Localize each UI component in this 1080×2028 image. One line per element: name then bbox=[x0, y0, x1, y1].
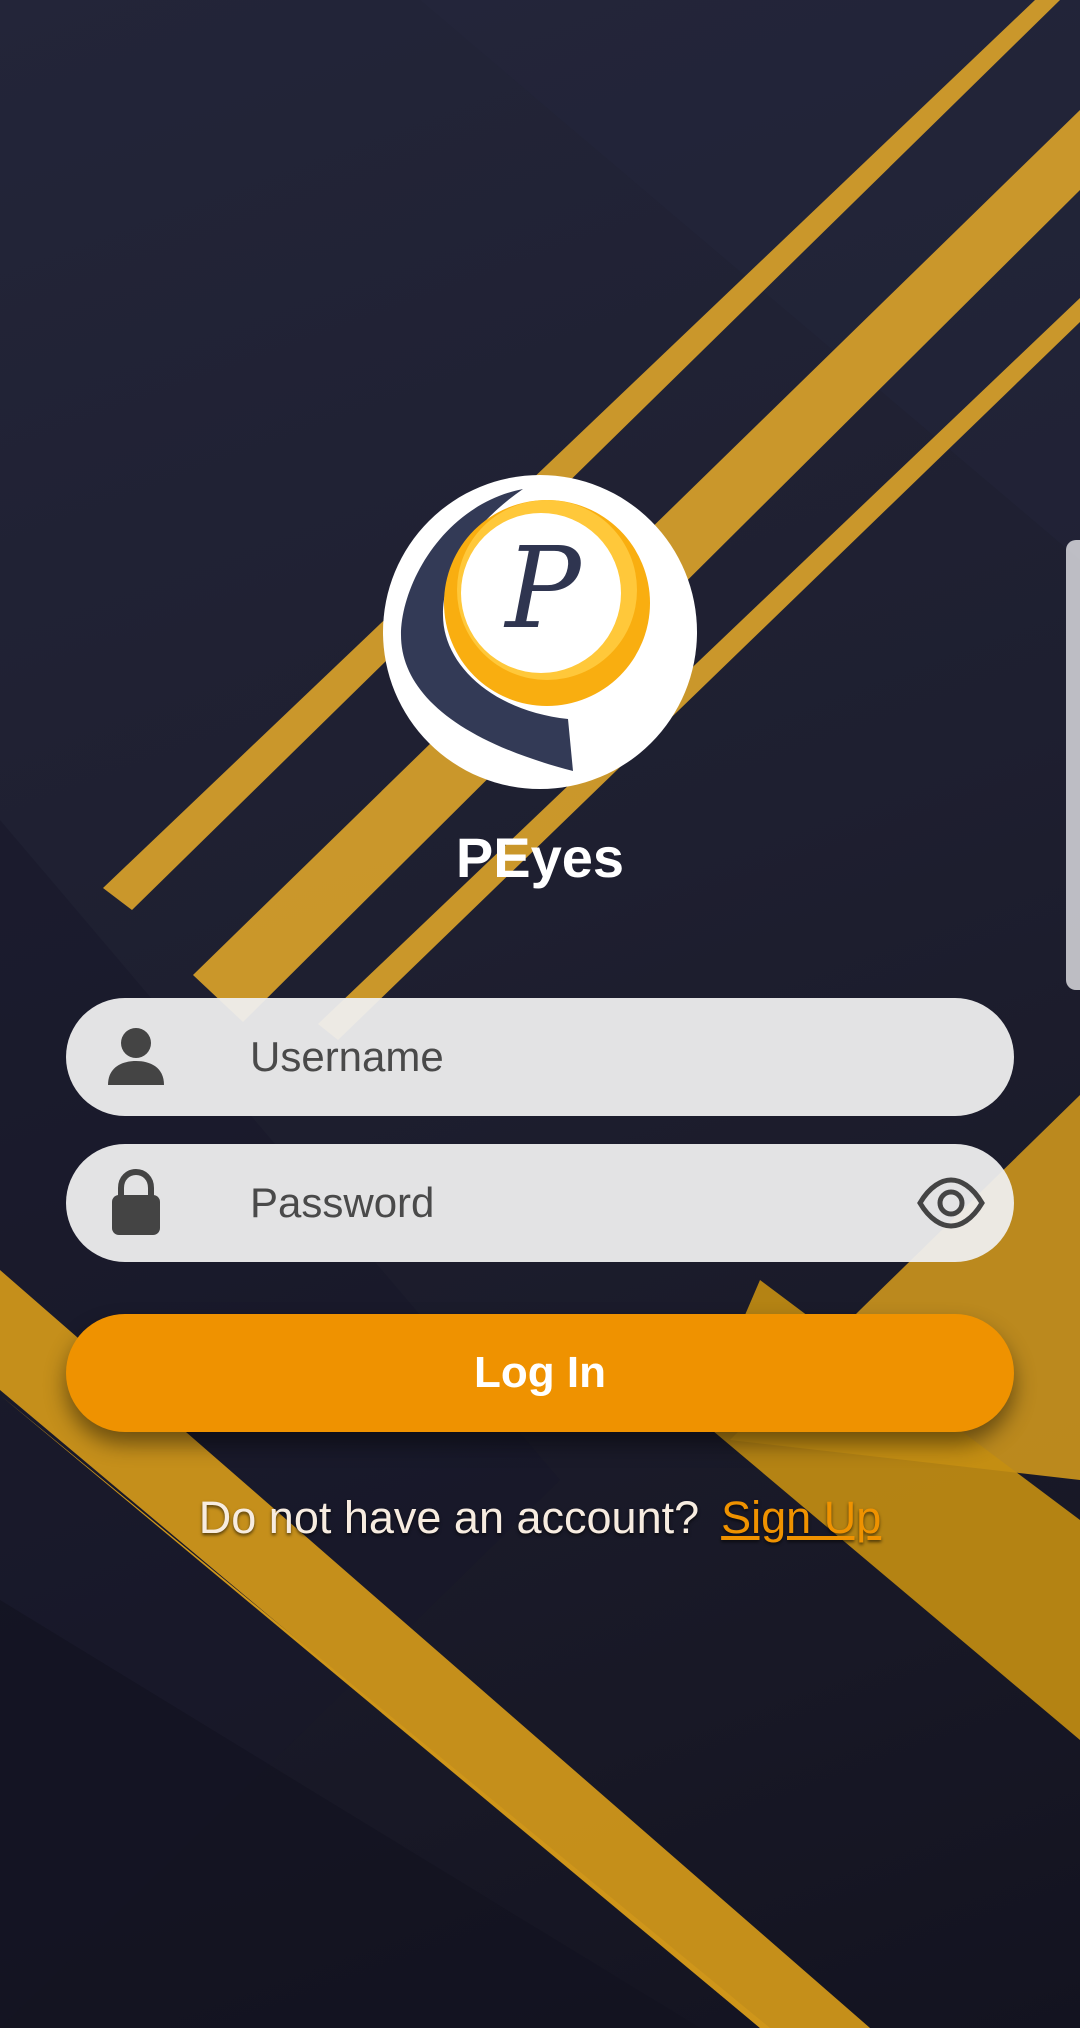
login-button[interactable]: Log In bbox=[66, 1314, 1014, 1432]
edge-scroll-handle[interactable] bbox=[1066, 540, 1080, 990]
app-title: PEyes bbox=[455, 826, 625, 889]
username-field[interactable]: Username bbox=[66, 998, 1014, 1116]
signup-prompt-text: Do not have an account? bbox=[198, 1492, 700, 1543]
logo-letter: P bbox=[503, 524, 582, 654]
username-input[interactable]: Username bbox=[250, 998, 444, 1116]
signup-prompt-row: Do not have an account? Sign Up bbox=[0, 1488, 1080, 1548]
signup-link[interactable]: Sign Up bbox=[721, 1492, 881, 1543]
login-screen: P PEyes Username Password Log In Do not … bbox=[0, 0, 1080, 2028]
password-input[interactable]: Password bbox=[250, 1144, 434, 1262]
password-field[interactable]: Password bbox=[66, 1144, 1014, 1262]
eye-icon[interactable] bbox=[916, 1168, 986, 1238]
app-logo: P bbox=[383, 475, 697, 789]
person-icon bbox=[108, 1028, 164, 1085]
lock-icon bbox=[112, 1169, 160, 1235]
